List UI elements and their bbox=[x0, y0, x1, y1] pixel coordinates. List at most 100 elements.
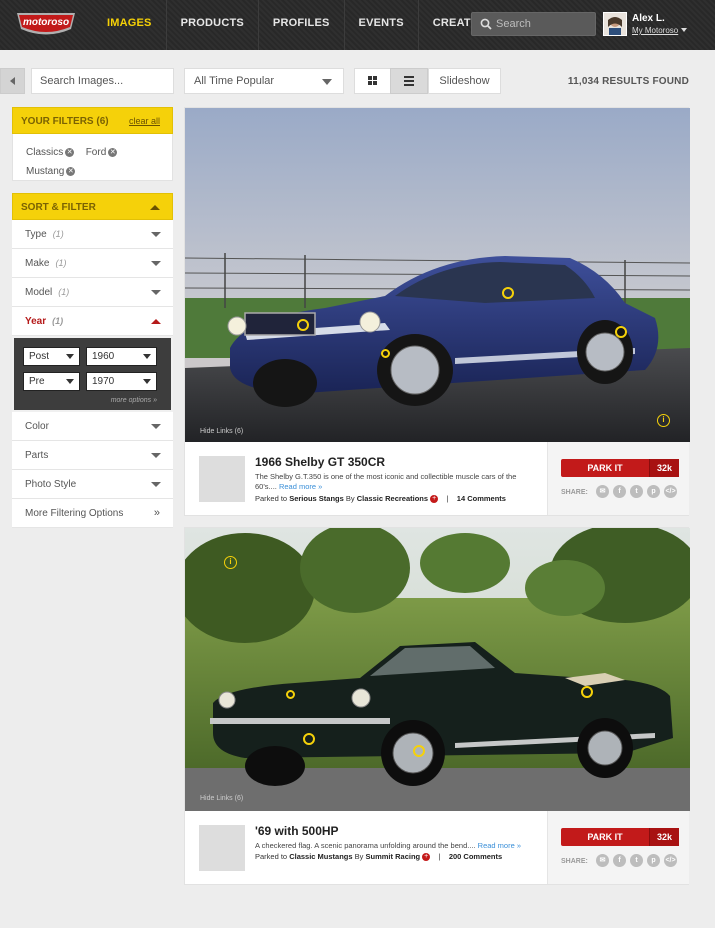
chevron-up-icon bbox=[151, 319, 161, 324]
park-it-label: PARK IT bbox=[587, 832, 623, 842]
year-pre-value-select[interactable]: 1970 bbox=[86, 372, 157, 391]
hotspot-question[interactable] bbox=[581, 686, 593, 698]
park-it-button[interactable]: PARK IT 32k bbox=[561, 828, 679, 846]
share-label: SHARE: bbox=[561, 858, 588, 865]
post-card: i Hide Links (6) '69 with 500HP A checke… bbox=[184, 527, 690, 885]
filter-type[interactable]: Type (1) bbox=[12, 220, 173, 249]
post-title[interactable]: '69 with 500HP bbox=[255, 824, 339, 838]
collapse-sidebar-button[interactable] bbox=[0, 68, 25, 94]
car-photo-shelby bbox=[185, 108, 690, 442]
board-link[interactable]: Classic Mustangs bbox=[289, 852, 352, 861]
logo-text: motoroso bbox=[23, 17, 69, 28]
by-label: By bbox=[354, 852, 364, 861]
info-icon[interactable]: i bbox=[224, 556, 237, 569]
sort-dropdown[interactable]: All Time Popular bbox=[184, 68, 344, 94]
hotspot-question[interactable] bbox=[615, 326, 627, 338]
nav-profiles[interactable]: PROFILES bbox=[257, 0, 344, 50]
my-motoroso-link[interactable]: My Motoroso bbox=[632, 26, 678, 35]
hotspot-video[interactable] bbox=[297, 319, 309, 331]
list-view-button[interactable] bbox=[390, 68, 428, 94]
chevron-down-icon bbox=[143, 379, 151, 384]
hotspot-part[interactable] bbox=[286, 690, 295, 699]
comments-link[interactable]: 200 Comments bbox=[449, 852, 502, 861]
filter-model[interactable]: Model (1) bbox=[12, 278, 173, 307]
sidebar: YOUR FILTERS (6) clear all Classics ✕ For… bbox=[12, 107, 173, 528]
sort-filter-header[interactable]: SORT & FILTER bbox=[12, 193, 173, 220]
main-nav: IMAGES PRODUCTS PROFILES EVENTS CREATE + bbox=[93, 0, 502, 50]
year-post-select[interactable]: Post bbox=[23, 347, 80, 366]
board-link[interactable]: Serious Stangs bbox=[289, 494, 344, 503]
chevron-down-icon bbox=[143, 354, 151, 359]
grid-view-button[interactable] bbox=[354, 68, 391, 94]
post-photo[interactable]: i Hide Links (6) bbox=[185, 528, 690, 811]
chevron-up-icon bbox=[150, 205, 160, 210]
hotspot-part[interactable] bbox=[381, 349, 390, 358]
author-link[interactable]: Summit Racing bbox=[366, 852, 421, 861]
read-more-link[interactable]: Read more » bbox=[279, 482, 322, 491]
hide-links-toggle[interactable]: Hide Links (6) bbox=[200, 795, 243, 802]
slideshow-button[interactable]: Slideshow bbox=[428, 68, 501, 94]
filter-chip-ford[interactable]: Ford ✕ bbox=[86, 147, 118, 158]
facebook-share-icon[interactable]: f bbox=[613, 485, 626, 498]
filter-photo-style[interactable]: Photo Style bbox=[12, 470, 173, 499]
info-icon[interactable]: i bbox=[657, 414, 670, 427]
post-photo[interactable]: i Hide Links (6) bbox=[185, 108, 690, 442]
search-icon bbox=[480, 18, 492, 30]
hotspot-link[interactable] bbox=[413, 745, 425, 757]
post-title[interactable]: 1966 Shelby GT 350CR bbox=[255, 455, 385, 469]
filter-count: (1) bbox=[58, 287, 70, 297]
author-thumbnail[interactable] bbox=[199, 456, 245, 502]
filter-count: (1) bbox=[52, 316, 64, 326]
follow-plus-icon[interactable]: + bbox=[422, 853, 431, 862]
embed-share-icon[interactable]: </> bbox=[664, 854, 677, 867]
global-search-input[interactable] bbox=[496, 16, 592, 32]
list-icon bbox=[404, 76, 414, 86]
hotspot-link[interactable] bbox=[502, 287, 514, 299]
nav-images[interactable]: IMAGES bbox=[93, 0, 166, 50]
hide-links-toggle[interactable]: Hide Links (6) bbox=[200, 428, 243, 435]
pinterest-share-icon[interactable]: p bbox=[647, 854, 660, 867]
your-filters-header: YOUR FILTERS (6) clear all bbox=[12, 107, 173, 134]
chevron-down-icon[interactable] bbox=[681, 28, 687, 32]
nav-events[interactable]: EVENTS bbox=[343, 0, 418, 50]
filter-parts[interactable]: Parts bbox=[12, 441, 173, 470]
more-options-link[interactable]: more options » bbox=[111, 397, 157, 404]
hotspot-video[interactable] bbox=[303, 733, 315, 745]
read-more-link[interactable]: Read more » bbox=[478, 841, 521, 850]
filter-chip-mustang[interactable]: Mustang ✕ bbox=[26, 166, 76, 177]
sort-filter-title: SORT & FILTER bbox=[21, 202, 96, 213]
filter-count: (1) bbox=[52, 229, 64, 239]
toolbar: All Time Popular Slideshow 11,034 RESULT… bbox=[0, 68, 715, 94]
user-name: Alex L. bbox=[632, 13, 665, 24]
avatar[interactable] bbox=[603, 12, 627, 36]
post-meta: '69 with 500HP A checkered flag. A sceni… bbox=[185, 811, 689, 884]
filter-chip-classics[interactable]: Classics ✕ bbox=[26, 147, 75, 158]
post-actions: PARK IT 32k SHARE: ✉ f t p </> bbox=[547, 811, 689, 884]
top-navigation-bar: motoroso IMAGES PRODUCTS PROFILES EVENTS… bbox=[0, 0, 715, 50]
motoroso-logo[interactable]: motoroso bbox=[13, 9, 79, 40]
comments-link[interactable]: 14 Comments bbox=[457, 494, 506, 503]
facebook-share-icon[interactable]: f bbox=[613, 854, 626, 867]
pinterest-share-icon[interactable]: p bbox=[647, 485, 660, 498]
nav-products[interactable]: PRODUCTS bbox=[165, 0, 258, 50]
email-share-icon[interactable]: ✉ bbox=[596, 854, 609, 867]
clear-all-link[interactable]: clear all bbox=[129, 108, 160, 135]
author-link[interactable]: Classic Recreations bbox=[357, 494, 428, 503]
embed-share-icon[interactable]: </> bbox=[664, 485, 677, 498]
year-post-value-select[interactable]: 1960 bbox=[86, 347, 157, 366]
author-thumbnail[interactable] bbox=[199, 825, 245, 871]
filter-make[interactable]: Make (1) bbox=[12, 249, 173, 278]
car-photo-convertible bbox=[185, 528, 690, 811]
filter-label: Model bbox=[25, 287, 53, 298]
park-it-button[interactable]: PARK IT 32k bbox=[561, 459, 679, 477]
filter-color[interactable]: Color bbox=[12, 412, 173, 441]
email-share-icon[interactable]: ✉ bbox=[596, 485, 609, 498]
twitter-share-icon[interactable]: t bbox=[630, 485, 643, 498]
follow-plus-icon[interactable]: + bbox=[430, 495, 439, 504]
filter-year[interactable]: Year (1) bbox=[12, 307, 173, 336]
twitter-share-icon[interactable]: t bbox=[630, 854, 643, 867]
double-chevron-right-icon: » bbox=[153, 507, 160, 519]
image-search-input[interactable] bbox=[31, 68, 174, 94]
year-pre-select[interactable]: Pre bbox=[23, 372, 80, 391]
more-filtering-options[interactable]: More Filtering Options » bbox=[12, 499, 173, 528]
